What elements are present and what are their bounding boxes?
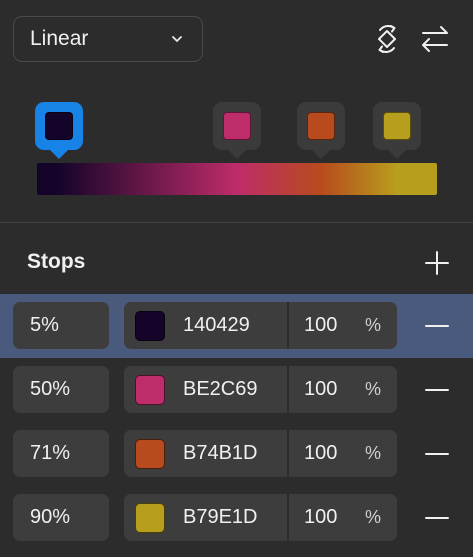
- stop-opacity-input[interactable]: 100: [304, 494, 337, 541]
- stop-row[interactable]: 71% B74B1D 100 %: [0, 422, 473, 486]
- opacity-unit: %: [365, 315, 382, 335]
- handle-color-swatch: [45, 112, 73, 140]
- minus-icon: [425, 325, 449, 327]
- field-separator: [287, 494, 289, 541]
- opacity-unit: %: [365, 507, 382, 527]
- remove-stop-button[interactable]: [422, 503, 452, 533]
- handle-color-swatch: [307, 112, 335, 140]
- gradient-stop-handle[interactable]: [297, 102, 345, 159]
- add-stop-button[interactable]: [422, 248, 452, 278]
- gradient-editor: [0, 90, 473, 210]
- remove-stop-button[interactable]: [422, 375, 452, 405]
- minus-icon: [425, 453, 449, 455]
- handle-color-swatch: [223, 112, 251, 140]
- section-divider: [0, 222, 473, 223]
- chevron-down-icon: [168, 30, 186, 48]
- field-separator: [287, 430, 289, 477]
- stop-color-swatch[interactable]: [135, 375, 165, 405]
- stop-position-input[interactable]: 5%: [13, 302, 109, 349]
- stop-hex-input[interactable]: BE2C69: [183, 366, 258, 413]
- field-separator: [287, 302, 289, 349]
- stop-color-field[interactable]: BE2C69 100 %: [124, 366, 397, 413]
- stops-heading: Stops: [27, 250, 86, 273]
- minus-icon: [425, 517, 449, 519]
- handle-color-swatch: [383, 112, 411, 140]
- stop-row[interactable]: 5% 140429 100 %: [0, 294, 473, 358]
- gradient-type-dropdown[interactable]: Linear: [13, 16, 203, 62]
- stop-row[interactable]: 50% BE2C69 100 %: [0, 358, 473, 422]
- remove-stop-button[interactable]: [422, 311, 452, 341]
- stop-opacity-input[interactable]: 100: [304, 430, 337, 477]
- stop-position-input[interactable]: 71%: [13, 430, 109, 477]
- swap-arrows-icon[interactable]: [418, 22, 452, 56]
- stop-color-field[interactable]: B79E1D 100 %: [124, 494, 397, 541]
- gradient-preview-bar[interactable]: [37, 163, 437, 195]
- rotate-diamond-icon[interactable]: [370, 22, 404, 56]
- stop-position-input[interactable]: 90%: [13, 494, 109, 541]
- stop-color-field[interactable]: B74B1D 100 %: [124, 430, 397, 477]
- gradient-stop-handle[interactable]: [213, 102, 261, 159]
- opacity-unit: %: [365, 443, 382, 463]
- gradient-type-label: Linear: [30, 27, 89, 50]
- stop-hex-input[interactable]: B79E1D: [183, 494, 258, 541]
- stop-hex-input[interactable]: B74B1D: [183, 430, 258, 477]
- remove-stop-button[interactable]: [422, 439, 452, 469]
- minus-icon: [425, 389, 449, 391]
- stop-color-swatch[interactable]: [135, 439, 165, 469]
- stop-color-swatch[interactable]: [135, 311, 165, 341]
- opacity-unit: %: [365, 379, 382, 399]
- plus-icon: [425, 251, 449, 275]
- gradient-stop-handle[interactable]: [35, 102, 83, 159]
- stop-color-swatch[interactable]: [135, 503, 165, 533]
- stop-hex-input[interactable]: 140429: [183, 302, 250, 349]
- stop-row[interactable]: 90% B79E1D 100 %: [0, 486, 473, 550]
- stop-color-field[interactable]: 140429 100 %: [124, 302, 397, 349]
- stop-position-input[interactable]: 50%: [13, 366, 109, 413]
- gradient-stop-handle[interactable]: [373, 102, 421, 159]
- stop-opacity-input[interactable]: 100: [304, 366, 337, 413]
- field-separator: [287, 366, 289, 413]
- stop-opacity-input[interactable]: 100: [304, 302, 337, 349]
